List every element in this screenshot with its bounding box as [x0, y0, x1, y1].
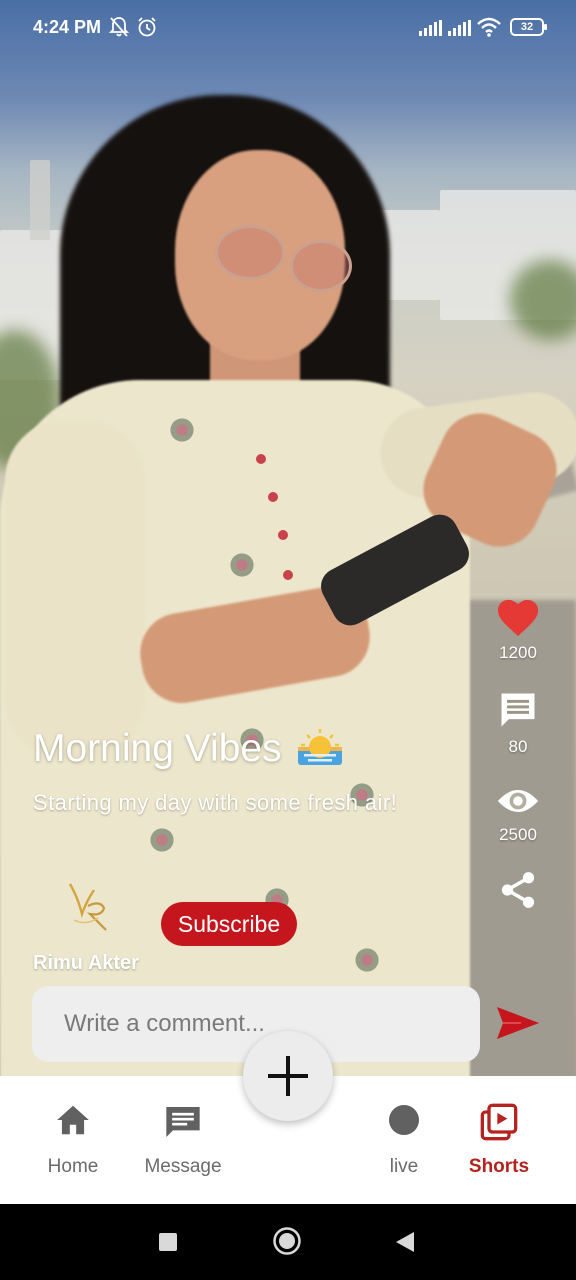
mute-bell-icon: [108, 16, 130, 43]
system-nav-bar: [0, 1204, 576, 1280]
shorts-icon: [479, 1102, 519, 1148]
nav-live-label: live: [389, 1156, 419, 1177]
nav-live[interactable]: live: [364, 1076, 444, 1204]
status-time: 4:24 PM: [33, 17, 102, 37]
view-count: 2500: [499, 825, 537, 844]
signal-icon: [419, 20, 442, 36]
battery-icon: 32: [510, 18, 547, 36]
live-dot-icon: [386, 1102, 422, 1144]
add-post-button[interactable]: [243, 1031, 333, 1121]
subscribe-button[interactable]: Subscribe: [161, 902, 297, 946]
heart-icon: [497, 599, 539, 637]
eye-icon: [497, 790, 539, 812]
back-icon[interactable]: [394, 1231, 416, 1258]
signal-icon: [448, 20, 471, 36]
views-indicator: 2500: [490, 782, 546, 845]
send-icon: [497, 1007, 539, 1039]
sunrise-icon: [298, 727, 343, 765]
comment-icon: [501, 693, 535, 727]
author-name[interactable]: Rimu Akter: [33, 952, 139, 975]
comment-count: 80: [508, 737, 528, 756]
nav-home-label: Home: [47, 1156, 99, 1177]
message-icon: [163, 1102, 203, 1148]
like-count: 1200: [499, 643, 537, 662]
home-system-icon[interactable]: [272, 1226, 302, 1261]
video-description: Starting my day with some fresh air!: [33, 790, 398, 815]
like-button[interactable]: 1200: [490, 596, 546, 663]
home-icon: [54, 1102, 92, 1144]
alarm-icon: [137, 16, 157, 43]
share-icon: [501, 872, 535, 908]
send-button[interactable]: [495, 1005, 541, 1041]
channel-logo[interactable]: [64, 880, 114, 938]
video-title: Morning Vibes: [33, 727, 343, 771]
comment-button[interactable]: 80: [490, 688, 546, 757]
wifi-icon: [477, 17, 501, 42]
recents-icon[interactable]: [158, 1232, 178, 1257]
nav-shorts-label: Shorts: [468, 1156, 530, 1177]
nav-home[interactable]: Home: [28, 1076, 118, 1204]
nav-message[interactable]: Message: [128, 1076, 238, 1204]
share-button[interactable]: [490, 868, 546, 917]
nav-message-label: Message: [144, 1156, 222, 1177]
video-title-text: Morning Vibes: [33, 727, 282, 770]
status-bar: 4:24 PM 32: [0, 0, 576, 56]
nav-shorts[interactable]: Shorts: [456, 1076, 542, 1204]
